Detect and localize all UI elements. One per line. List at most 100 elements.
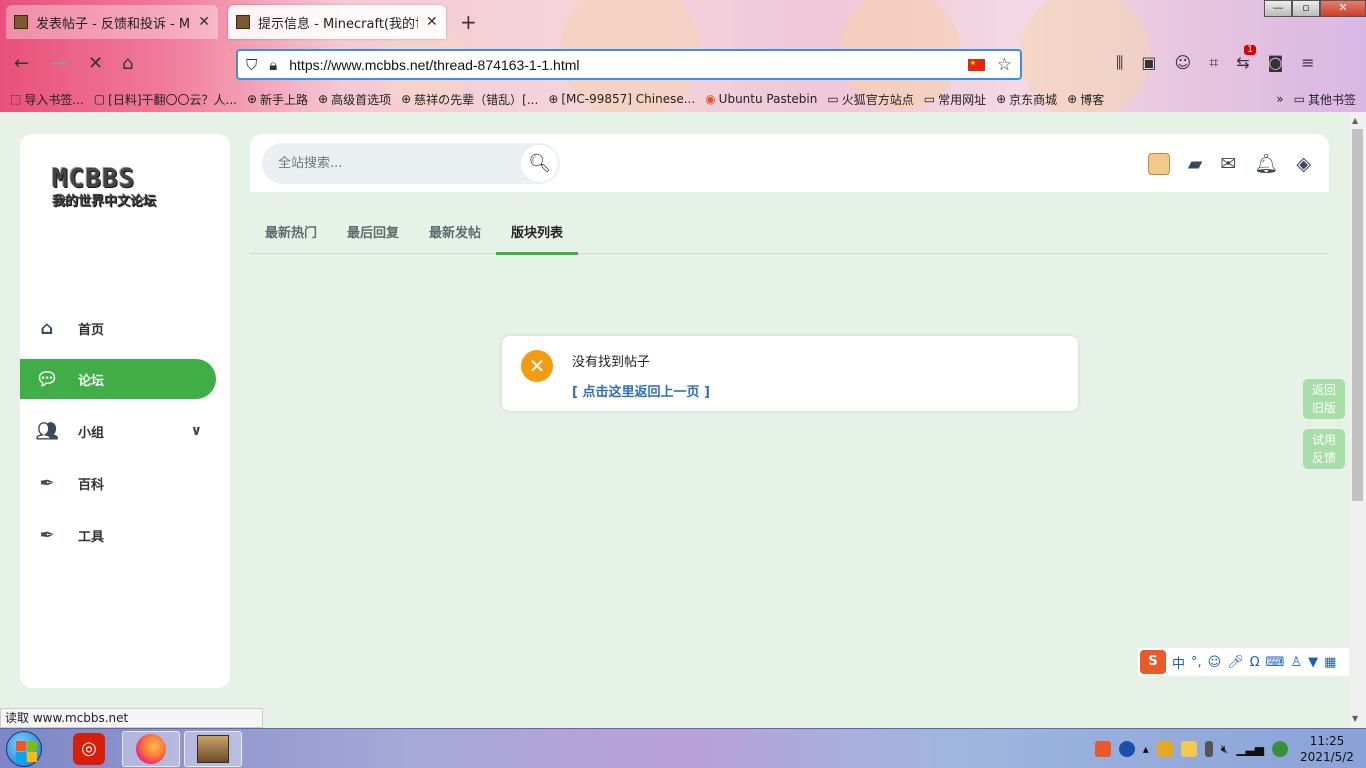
close-window-button[interactable]: ✕ bbox=[1320, 0, 1366, 17]
bookmark-item[interactable]: ⬚ 导入书签... bbox=[10, 91, 84, 108]
bookmark-item[interactable]: ⊕ 慈祥の先辈（错乱）[... bbox=[401, 91, 538, 108]
address-bar[interactable]: ⛉ 🔒︎ https://www.mcbbs.net/thread-874163… bbox=[236, 49, 1022, 80]
crop-icon[interactable]: ⌗ bbox=[1209, 53, 1218, 73]
taskbar-app-minecraft[interactable] bbox=[184, 731, 242, 767]
volume-muted-icon[interactable]: 🔇︎ bbox=[1221, 742, 1229, 757]
netease-music-icon: ◎ bbox=[73, 733, 105, 765]
bookmark-item[interactable]: ◉ Ubuntu Pastebin bbox=[705, 92, 817, 106]
feedback-button[interactable]: 试用反馈 bbox=[1303, 429, 1345, 469]
tab-latest-reply[interactable]: 最后回复 bbox=[332, 208, 414, 254]
headphones-icon[interactable]: Ω bbox=[1250, 655, 1260, 670]
scroll-thumb[interactable] bbox=[1352, 129, 1363, 501]
shield-icon[interactable] bbox=[1156, 741, 1173, 757]
user-icon[interactable]: ♙ bbox=[1290, 655, 1302, 670]
url-text[interactable]: https://www.mcbbs.net/thread-874163-1-1.… bbox=[289, 57, 968, 73]
microphone-icon[interactable]: 🎤︎ bbox=[1227, 655, 1244, 670]
search-button[interactable]: 🔍︎ bbox=[521, 145, 558, 182]
shield-icon[interactable]: ⛉ bbox=[246, 56, 257, 74]
sidebar-item-forum[interactable]: 💬︎ 论坛 bbox=[20, 359, 216, 399]
taskbar-app-netease-music[interactable]: ◎ bbox=[60, 731, 118, 767]
stop-button[interactable]: ✕ bbox=[88, 53, 103, 74]
maximize-button[interactable]: ▫ bbox=[1292, 0, 1320, 17]
chevron-down-icon[interactable]: ∨ bbox=[191, 423, 202, 439]
other-bookmarks[interactable]: ▭ 其他书签 bbox=[1294, 91, 1356, 108]
globe-icon: ⊕ bbox=[401, 92, 412, 106]
shirt-icon[interactable]: ▼ bbox=[1308, 655, 1318, 670]
bell-icon[interactable]: 🔔︎ bbox=[1254, 152, 1278, 175]
bookmark-item[interactable]: ▭ 常用网址 bbox=[924, 91, 986, 108]
bookmark-star-icon[interactable]: ☆ bbox=[997, 55, 1012, 75]
folder-icon: ▭ bbox=[923, 92, 936, 106]
forward-button[interactable]: → bbox=[52, 53, 67, 74]
grid-icon[interactable]: ▦ bbox=[1324, 655, 1336, 670]
avatar[interactable] bbox=[1147, 152, 1170, 175]
bookmark-item[interactable]: ⊕ 京东商城 bbox=[996, 91, 1057, 108]
home-button[interactable]: ⌂ bbox=[122, 53, 133, 74]
clock[interactable]: 11:25 2021/5/2 bbox=[1296, 733, 1358, 765]
avatar-extension-icon[interactable]: ☺ bbox=[1175, 53, 1192, 73]
people-icon[interactable] bbox=[1180, 741, 1197, 757]
translate-extension-icon[interactable]: ⇆ 1 bbox=[1236, 45, 1256, 73]
sogou-tray-icon[interactable] bbox=[1094, 741, 1111, 757]
help-icon[interactable] bbox=[1118, 741, 1135, 757]
close-icon[interactable]: ✕ bbox=[426, 14, 438, 30]
mail-icon[interactable]: ✉ bbox=[1220, 153, 1236, 175]
notification-badge: 1 bbox=[1244, 45, 1256, 55]
tab-label: 最新热门 bbox=[265, 225, 318, 241]
close-icon[interactable]: ✕ bbox=[198, 14, 210, 30]
battery-icon[interactable] bbox=[1204, 741, 1213, 757]
sidebar-item-groups[interactable]: 👥︎ 小组 ∨ bbox=[20, 411, 216, 451]
browser-chrome: 发表帖子 - 反馈和投诉 - Minec ✕ 提示信息 - Minecraft(… bbox=[0, 0, 1366, 112]
sidebar-item-home[interactable]: ⌂ 首页 bbox=[20, 308, 216, 348]
firefox-icon bbox=[136, 734, 166, 764]
back-link[interactable]: [ 点击这里返回上一页 ] bbox=[572, 381, 710, 400]
bookmark-item[interactable]: ⊕ [MC-99857] Chinese... bbox=[548, 92, 695, 106]
network-icon[interactable] bbox=[1272, 741, 1288, 757]
lock-icon[interactable]: 🔒︎ bbox=[269, 56, 277, 74]
sidebar-item-wiki[interactable]: ✒ 百科 bbox=[20, 463, 216, 503]
paint-bucket-icon[interactable]: ◈ bbox=[1296, 153, 1311, 175]
tab-latest-post[interactable]: 最新发帖 bbox=[414, 208, 496, 254]
bookmarks-overflow-button[interactable]: » bbox=[1276, 92, 1283, 106]
bookmark-item[interactable]: ⊕ 高级首选项 bbox=[318, 91, 391, 108]
bookmark-item[interactable]: ▭ 火狐官方站点 bbox=[827, 91, 913, 108]
nav-bar: ← → ✕ ⌂ ⛉ 🔒︎ https://www.mcbbs.net/threa… bbox=[0, 45, 1366, 83]
browser-tab-active[interactable]: 提示信息 - Minecraft(我的世界 ✕ bbox=[228, 5, 446, 39]
site-logo[interactable]: MCBBS 我的世界中文论坛 bbox=[52, 164, 196, 214]
sidebar-item-tools[interactable]: ✒ 工具 bbox=[20, 515, 216, 555]
scrollbar[interactable]: ▲ ▼ bbox=[1349, 112, 1366, 728]
bookmark-item[interactable]: ▢ [日料]干翻〇〇云？人... bbox=[94, 91, 237, 108]
bookmark-item[interactable]: ⊕ 新手上路 bbox=[247, 91, 308, 108]
tab-forum-list[interactable]: 版块列表 bbox=[496, 208, 579, 255]
sidebar-item-label: 首页 bbox=[78, 322, 105, 338]
sogou-icon[interactable]: S bbox=[1140, 650, 1166, 674]
keyboard-icon[interactable]: ⌨ bbox=[1266, 655, 1285, 670]
scroll-down-icon[interactable]: ▼ bbox=[1352, 714, 1358, 723]
reader-view-icon[interactable]: ▣ bbox=[1141, 53, 1156, 73]
library-icon[interactable]: ⫼ bbox=[1116, 53, 1123, 73]
minimize-button[interactable]: — bbox=[1264, 0, 1292, 17]
sidebar-item-label: 百科 bbox=[78, 477, 105, 493]
scroll-up-icon[interactable]: ▲ bbox=[1352, 116, 1358, 125]
signal-icon[interactable]: ▁▃▅ bbox=[1236, 742, 1264, 756]
emoji-icon[interactable]: ☺ bbox=[1208, 655, 1222, 670]
old-version-button[interactable]: 返回旧版 bbox=[1303, 379, 1345, 419]
browser-tab[interactable]: 发表帖子 - 反馈和投诉 - Minec ✕ bbox=[6, 5, 218, 39]
search-input[interactable] bbox=[278, 156, 508, 171]
chevron-double-right-icon: » bbox=[1276, 92, 1284, 106]
taskbar-app-firefox[interactable] bbox=[122, 731, 180, 767]
new-tab-button[interactable]: + bbox=[460, 10, 477, 34]
ime-mode[interactable]: 中 bbox=[1172, 653, 1185, 672]
box-icon[interactable]: ▰ bbox=[1188, 153, 1203, 175]
start-button[interactable] bbox=[6, 731, 42, 767]
globe-icon: ⊕ bbox=[1067, 92, 1078, 106]
menu-icon[interactable]: ≡ bbox=[1301, 53, 1314, 73]
extension-icon[interactable]: ◙ bbox=[1268, 53, 1284, 73]
punctuation-icon[interactable]: °, bbox=[1191, 655, 1202, 670]
alert-message: 没有找到帖子 bbox=[572, 355, 651, 370]
tab-hot[interactable]: 最新热门 bbox=[250, 208, 332, 254]
back-button[interactable]: ← bbox=[14, 53, 29, 74]
bookmark-item[interactable]: ⊕ 博客 bbox=[1067, 91, 1104, 108]
tray-overflow-icon[interactable]: ▴ bbox=[1143, 742, 1149, 756]
bookmark-label: 京东商城 bbox=[1009, 92, 1058, 107]
